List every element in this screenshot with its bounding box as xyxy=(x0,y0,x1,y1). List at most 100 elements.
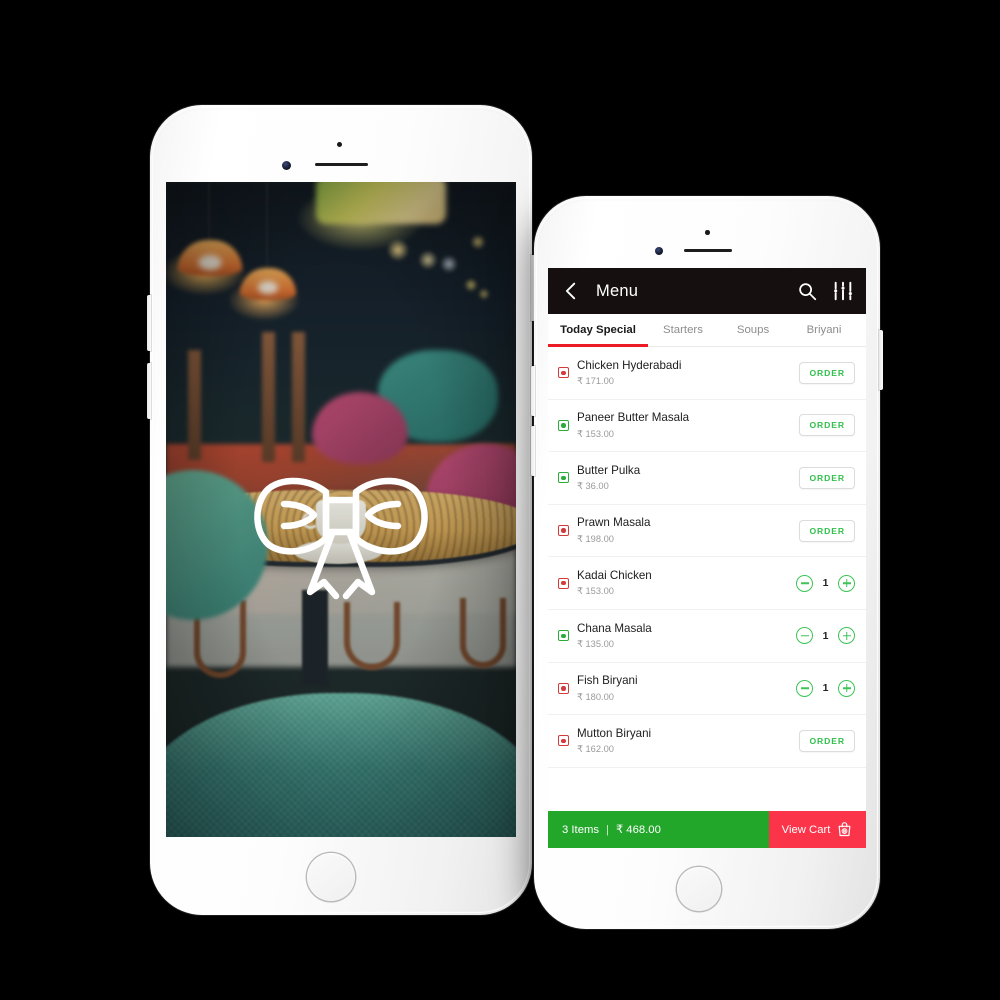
photo-wood-post-2 xyxy=(292,332,305,462)
tab-starters[interactable]: Starters xyxy=(648,314,718,346)
menu-item-info: Kadai Chicken ₹ 153.00 xyxy=(577,569,796,597)
photo-table-leg-curve-2 xyxy=(344,602,400,670)
non-veg-indicator-icon xyxy=(558,682,569,694)
quantity-value: 1 xyxy=(822,682,829,695)
veg-indicator-icon xyxy=(558,630,569,642)
bow-tie-logo xyxy=(254,477,428,600)
cart-bar: 3 Items | ₹ 468.00 View Cart xyxy=(548,811,866,848)
menu-item-price: ₹ 135.00 xyxy=(577,639,614,649)
menu-item-info: Butter Pulka ₹ 36.00 xyxy=(577,464,799,492)
app-bar: Menu xyxy=(548,268,866,314)
menu-item-row[interactable]: Mutton Biryani ₹ 162.00 ORDER xyxy=(548,715,866,768)
menu-item-name: Butter Pulka xyxy=(577,463,641,477)
menu-item-info: Fish Biryani ₹ 180.00 xyxy=(577,674,796,702)
decrement-button[interactable] xyxy=(796,574,813,592)
menu-item-row[interactable]: Butter Pulka ₹ 36.00 ORDER xyxy=(548,452,866,505)
menu-item-row[interactable]: Fish Biryani ₹ 180.00 1 xyxy=(548,663,866,716)
home-button-2[interactable] xyxy=(677,867,721,911)
menu-item-name: Paneer Butter Masala xyxy=(577,411,690,425)
menu-item-name: Chana Masala xyxy=(577,621,652,635)
filter-sliders-icon[interactable] xyxy=(832,280,854,302)
photo-lamp-rod-1 xyxy=(208,182,210,244)
menu-item-name: Kadai Chicken xyxy=(577,568,652,582)
order-button[interactable]: ORDER xyxy=(799,361,855,384)
menu-item-name: Fish Biryani xyxy=(577,674,638,688)
menu-list: Chicken Hyderabadi ₹ 171.00 ORDER Paneer… xyxy=(548,347,866,811)
proximity-sensor-icon-2 xyxy=(705,230,710,235)
earpiece-speaker-2 xyxy=(684,249,732,253)
menu-item-price: ₹ 171.00 xyxy=(577,376,614,387)
volume-up-button[interactable] xyxy=(147,295,151,351)
quantity-stepper: 1 xyxy=(796,574,855,592)
quantity-value: 1 xyxy=(822,577,829,590)
veg-indicator-icon xyxy=(558,472,569,484)
view-cart-button[interactable]: View Cart xyxy=(769,811,866,848)
menu-item-price: ₹ 180.00 xyxy=(577,691,614,702)
decrement-button[interactable] xyxy=(796,679,813,697)
increment-button[interactable] xyxy=(838,627,855,645)
quantity-value: 1 xyxy=(822,629,829,642)
view-cart-label: View Cart xyxy=(781,823,831,836)
increment-button[interactable] xyxy=(838,679,855,697)
menu-item-price: ₹ 36.00 xyxy=(577,481,609,492)
order-button[interactable]: ORDER xyxy=(799,729,855,752)
photo-teal-chair-foreground xyxy=(166,693,516,837)
cart-items-count: 3 Items xyxy=(562,823,600,836)
menu-item-price: ₹ 153.00 xyxy=(577,428,614,439)
power-button-2[interactable] xyxy=(879,330,883,390)
menu-item-info: Chana Masala ₹ 135.00 xyxy=(577,622,796,650)
order-button[interactable]: ORDER xyxy=(799,519,855,542)
order-button[interactable]: ORDER xyxy=(799,466,855,489)
tab-soups[interactable]: Soups xyxy=(718,314,788,346)
photo-table-leg-curve-3 xyxy=(460,598,506,668)
menu-item-row[interactable]: Chicken Hyderabadi ₹ 171.00 ORDER xyxy=(548,347,866,400)
tab-today-special[interactable]: Today Special xyxy=(548,314,648,347)
photo-wood-post-1 xyxy=(262,332,275,462)
shopping-bag-icon xyxy=(838,822,851,837)
volume-down-button-2[interactable] xyxy=(531,426,535,476)
menu-item-row[interactable]: Prawn Masala ₹ 198.00 ORDER xyxy=(548,505,866,558)
scene-root: Menu Today Special Starters Soups Briyan… xyxy=(0,0,1000,1000)
app-screen: Menu Today Special Starters Soups Briyan… xyxy=(548,268,866,848)
tab-briyani[interactable]: Briyani xyxy=(788,314,860,346)
photo-lamp-rod-2 xyxy=(266,182,268,272)
category-tabs: Today Special Starters Soups Briyani xyxy=(548,314,866,347)
non-veg-indicator-icon xyxy=(558,525,569,537)
decrement-button[interactable] xyxy=(796,627,813,645)
proximity-sensor-icon xyxy=(337,142,342,147)
search-icon[interactable] xyxy=(796,280,818,302)
cart-total: ₹ 468.00 xyxy=(615,824,661,836)
photo-wood-post-3 xyxy=(188,350,201,460)
menu-item-row[interactable]: Chana Masala ₹ 135.00 1 xyxy=(548,610,866,663)
cart-summary[interactable]: 3 Items | ₹ 468.00 xyxy=(548,811,769,848)
veg-indicator-icon xyxy=(558,419,569,431)
quantity-stepper: 1 xyxy=(796,627,855,645)
non-veg-indicator-icon xyxy=(558,735,569,747)
non-veg-indicator-icon xyxy=(558,577,569,589)
menu-item-price: ₹ 153.00 xyxy=(577,586,614,597)
photo-table-leg-center xyxy=(302,590,328,686)
chevron-left-icon[interactable] xyxy=(560,280,582,302)
menu-item-name: Mutton Biryani xyxy=(577,726,652,740)
menu-item-name: Chicken Hyderabadi xyxy=(577,358,682,372)
volume-down-button[interactable] xyxy=(147,363,151,419)
volume-up-button-2[interactable] xyxy=(531,366,535,416)
order-button[interactable]: ORDER xyxy=(799,414,855,437)
menu-item-row[interactable]: Paneer Butter Masala ₹ 153.00 ORDER xyxy=(548,400,866,453)
splash-photo xyxy=(166,182,516,837)
home-button[interactable] xyxy=(307,853,355,901)
non-veg-indicator-icon xyxy=(558,367,569,379)
menu-item-row[interactable]: Kadai Chicken ₹ 153.00 1 xyxy=(548,557,866,610)
front-camera-icon-2 xyxy=(655,247,664,256)
photo-greenery-sign xyxy=(316,182,446,224)
increment-button[interactable] xyxy=(838,574,855,592)
menu-item-info: Paneer Butter Masala ₹ 153.00 xyxy=(577,411,799,439)
front-camera-icon xyxy=(282,161,291,170)
quantity-stepper: 1 xyxy=(796,679,855,697)
cart-separator: | xyxy=(606,823,609,836)
splash-screen[interactable] xyxy=(166,182,516,837)
phone-device-splash xyxy=(147,105,535,915)
menu-item-info: Mutton Biryani ₹ 162.00 xyxy=(577,727,799,755)
menu-item-info: Prawn Masala ₹ 198.00 xyxy=(577,516,799,544)
menu-item-price: ₹ 198.00 xyxy=(577,533,614,544)
